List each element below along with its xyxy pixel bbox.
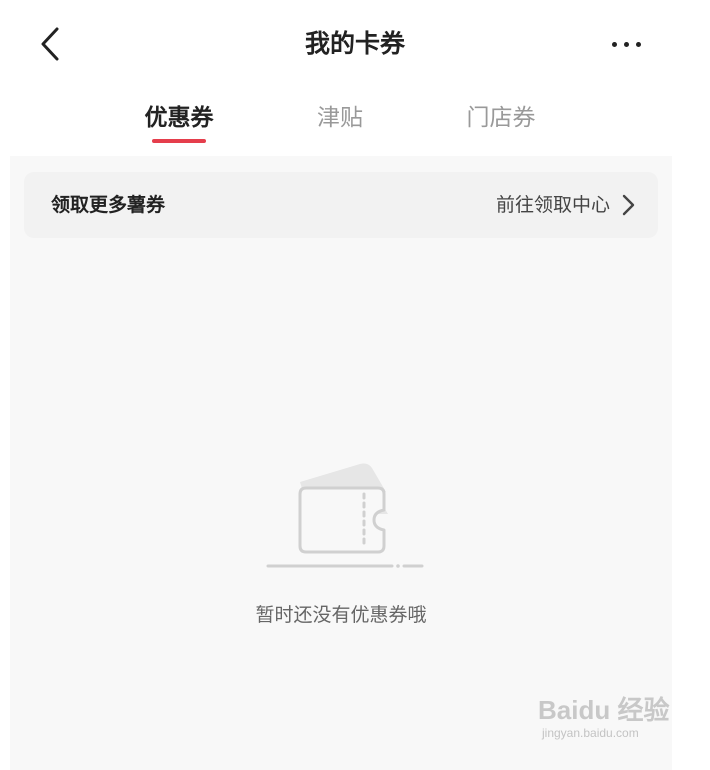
coupon-content-area: 领取更多薯券 前往领取中心 暂时还没有优惠券哦 [10, 156, 672, 770]
tab-coupons[interactable]: 优惠券 [119, 96, 239, 148]
active-tab-indicator [152, 139, 206, 143]
empty-state-text: 暂时还没有优惠券哦 [255, 604, 427, 626]
go-to-claim-center-link[interactable]: 前往领取中心 [496, 172, 610, 238]
tab-coupons-label: 优惠券 [144, 105, 214, 131]
chevron-right-icon [622, 194, 635, 216]
more-horizontal-icon [608, 41, 644, 47]
empty-coupon-icon [266, 463, 424, 568]
tab-store-coupons[interactable]: 门店券 [441, 96, 561, 148]
watermark-url-text: jingyan.baidu.com [542, 726, 639, 740]
tab-store-coupons-label: 门店券 [466, 105, 536, 131]
tab-allowance-label: 津贴 [317, 105, 363, 131]
tab-allowance[interactable]: 津贴 [280, 96, 400, 148]
watermark-main-text: Baidu 经验 [538, 695, 670, 725]
claim-more-coupons-bar[interactable]: 领取更多薯券 前往领取中心 [24, 172, 658, 238]
baidu-watermark: Baidu 经验 jingyan.baidu.com [538, 690, 678, 750]
more-button[interactable] [600, 22, 652, 66]
top-nav-bar: 我的卡券 [0, 0, 710, 88]
promo-title: 领取更多薯券 [51, 194, 166, 216]
page: 我的卡券 优惠券 津贴 门店券 领取更多薯券 前往领取中心 暂时还没有优惠券哦 … [0, 0, 710, 770]
coupon-tabs: 优惠券 津贴 门店券 [0, 96, 710, 152]
